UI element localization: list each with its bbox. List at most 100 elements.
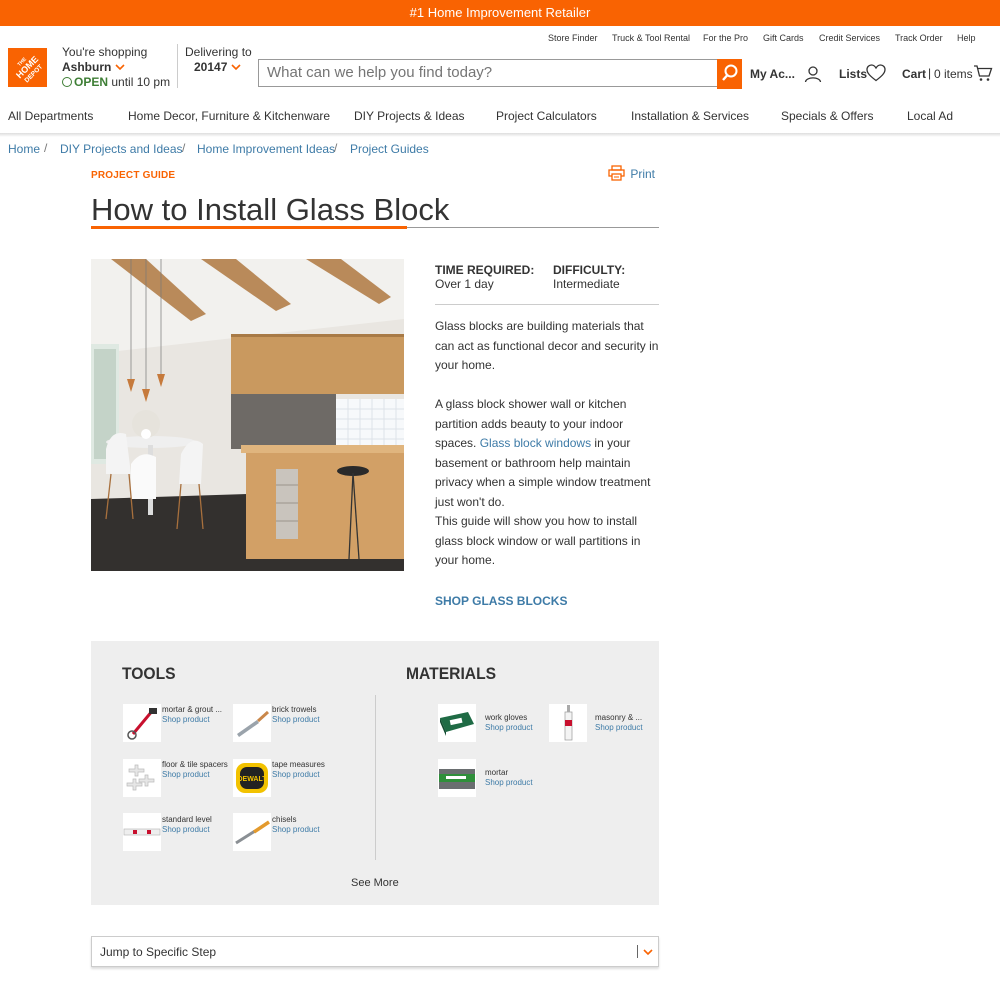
search-input[interactable] (258, 59, 717, 87)
nav-specials-offers[interactable]: Specials & Offers (781, 109, 873, 123)
breadcrumb-home[interactable]: Home (8, 142, 40, 156)
svg-text:DEWALT: DEWALT (237, 776, 267, 783)
delivery-zip: 20147 (194, 60, 228, 74)
track-order-link[interactable]: Track Order (895, 33, 943, 43)
nav-project-calculators[interactable]: Project Calculators (496, 109, 597, 123)
truck-tool-rental-link[interactable]: Truck & Tool Rental (612, 33, 690, 43)
materials-heading: MATERIALS (406, 664, 497, 683)
shop-product-link[interactable]: Shop product (485, 723, 533, 732)
breadcrumb-home-improvement[interactable]: Home Improvement Ideas (197, 142, 335, 156)
user-icon[interactable] (804, 65, 822, 83)
tools-materials-divider (375, 695, 376, 860)
breadcrumb-separator: / (44, 141, 48, 155)
jump-to-step-dropdown[interactable]: Jump to Specific Step (91, 936, 659, 967)
credit-services-link[interactable]: Credit Services (819, 33, 880, 43)
cart-count[interactable]: 0 items (934, 67, 973, 81)
help-link[interactable]: Help (957, 33, 976, 43)
intro-paragraph-3: This guide will show you how to install … (435, 514, 641, 567)
store-open-status: OPEN (74, 75, 109, 89)
chevron-down-icon (115, 64, 125, 71)
mortar-bag-icon[interactable] (438, 759, 476, 797)
search-button[interactable] (717, 59, 742, 89)
nav-installation-services[interactable]: Installation & Services (631, 109, 749, 123)
nav-home-decor[interactable]: Home Decor, Furniture & Kitchenware (128, 109, 330, 123)
chevron-down-icon (231, 64, 241, 71)
material-name: masonry & ... (595, 713, 643, 722)
header-divider (177, 44, 178, 88)
store-name: Ashburn (62, 60, 112, 74)
print-button[interactable]: Print (608, 165, 655, 181)
kitchen-hero-image (91, 259, 404, 571)
delivery-label: Delivering to (185, 45, 252, 59)
nav-local-ad[interactable]: Local Ad (907, 109, 953, 123)
search-icon (722, 64, 738, 81)
difficulty-label: DIFFICULTY: (553, 263, 626, 277)
my-account-link[interactable]: My Ac... (750, 67, 795, 81)
chevron-down-icon (643, 949, 653, 956)
chisel-icon[interactable] (233, 813, 271, 851)
breadcrumb-project-guides[interactable]: Project Guides (350, 142, 429, 156)
lists-link[interactable]: Lists (839, 67, 867, 81)
gloves-icon[interactable] (438, 704, 476, 742)
glass-block-windows-link[interactable]: Glass block windows (480, 436, 591, 450)
title-accent-bar (91, 226, 407, 229)
tool-name: chisels (272, 815, 297, 824)
printer-icon (608, 165, 625, 181)
nav-divider (0, 133, 1000, 137)
time-required-value: Over 1 day (435, 277, 494, 291)
tool-name: brick trowels (272, 705, 317, 714)
tools-heading: TOOLS (122, 664, 176, 683)
tool-name: mortar & grout ... (162, 705, 223, 714)
intro-paragraph-1: Glass blocks are building materials that… (435, 319, 659, 372)
page-title: How to Install Glass Block (91, 192, 450, 227)
mixer-icon[interactable] (123, 704, 161, 742)
open-status-icon (62, 77, 72, 87)
material-name: mortar (485, 768, 509, 777)
heart-icon[interactable] (866, 64, 886, 82)
breadcrumb-separator: / (334, 141, 338, 155)
time-required-label: TIME REQUIRED: (435, 263, 535, 277)
see-more-button[interactable]: See More (351, 877, 399, 889)
shop-product-link[interactable]: Shop product (162, 825, 210, 834)
store-selector[interactable]: You're shopping Ashburn OPEN until 10 pm (62, 45, 170, 90)
store-hours: until 10 pm (111, 75, 171, 89)
meta-divider (435, 304, 659, 305)
project-guide-label: PROJECT GUIDE (91, 170, 176, 181)
spacers-icon[interactable] (123, 759, 161, 797)
jump-to-step-label: Jump to Specific Step (100, 945, 217, 959)
announcement-bar: #1 Home Improvement Retailer (0, 0, 1000, 26)
tool-name: tape measures (272, 760, 325, 769)
shop-product-link[interactable]: Shop product (272, 825, 320, 834)
shop-product-link[interactable]: Shop product (162, 715, 210, 724)
dropdown-divider (637, 945, 638, 958)
for-the-pro-link[interactable]: For the Pro (703, 33, 748, 43)
level-icon[interactable] (123, 813, 161, 851)
shop-product-link[interactable]: Shop product (162, 770, 210, 779)
shop-product-link[interactable]: Shop product (272, 715, 320, 724)
tool-name: standard level (162, 815, 212, 824)
caulk-tube-icon[interactable] (549, 704, 587, 742)
material-name: work gloves (485, 713, 528, 722)
breadcrumb-separator: / (182, 141, 186, 155)
home-depot-logo[interactable]: THE HOME DEPOT (8, 48, 47, 87)
store-label: You're shopping (62, 45, 148, 59)
tape-measure-icon[interactable]: DEWALT (233, 759, 271, 797)
breadcrumb-diy-projects[interactable]: DIY Projects and Ideas (60, 142, 183, 156)
shop-product-link[interactable]: Shop product (485, 778, 533, 787)
trowel-icon[interactable] (233, 704, 271, 742)
print-label: Print (630, 167, 656, 181)
store-finder-link[interactable]: Store Finder (548, 33, 598, 43)
tool-name: floor & tile spacers (162, 760, 228, 769)
shop-product-link[interactable]: Shop product (272, 770, 320, 779)
nav-all-departments[interactable]: All Departments (8, 109, 93, 123)
difficulty-value: Intermediate (553, 277, 620, 291)
shop-product-link[interactable]: Shop product (595, 723, 643, 732)
nav-diy-projects[interactable]: DIY Projects & Ideas (354, 109, 465, 123)
intro-paragraph-2: A glass block shower wall or kitchen par… (435, 395, 661, 512)
cart-link[interactable]: Cart (902, 67, 926, 81)
cart-divider: | (928, 66, 932, 80)
shop-glass-blocks-link[interactable]: SHOP GLASS BLOCKS (435, 594, 567, 608)
gift-cards-link[interactable]: Gift Cards (763, 33, 804, 43)
delivery-zip-selector[interactable]: Delivering to 20147 (185, 45, 252, 74)
cart-icon[interactable] (973, 64, 993, 82)
